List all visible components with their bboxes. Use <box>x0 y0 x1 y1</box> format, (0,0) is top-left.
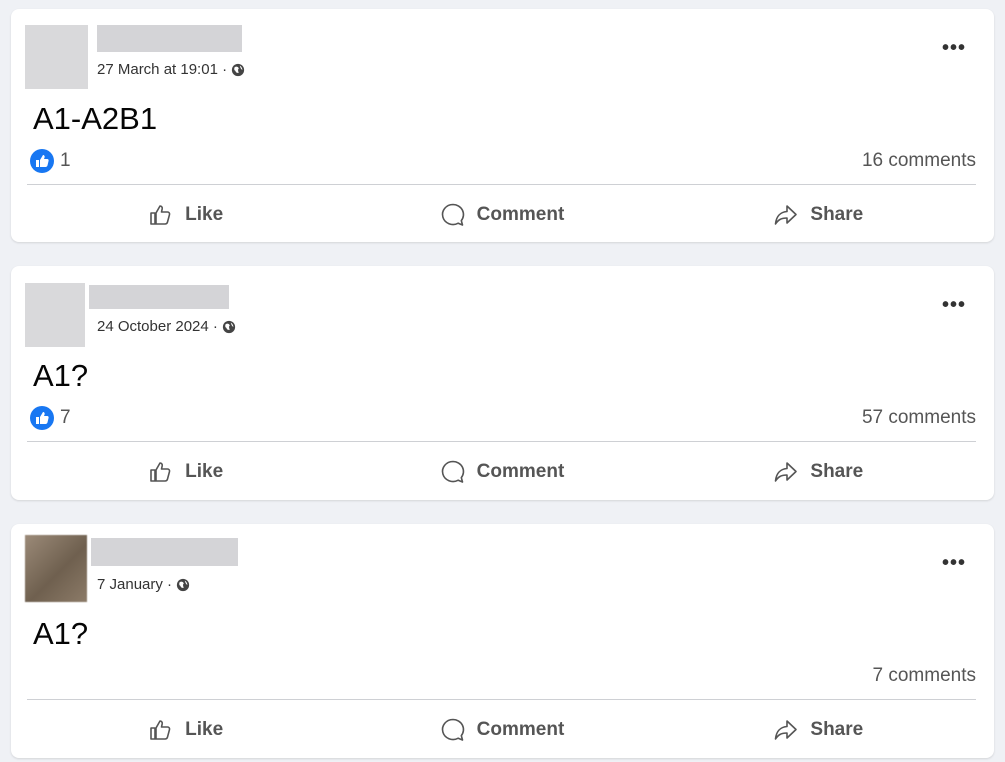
comment-bubble-icon <box>441 460 464 483</box>
like-count: 7 <box>60 407 71 428</box>
globe-icon <box>231 63 245 76</box>
comment-button[interactable]: Comment <box>343 710 659 750</box>
like-badge-icon <box>30 149 54 173</box>
share-arrow-icon <box>775 720 798 740</box>
reactions-summary[interactable]: 7 <box>30 406 71 430</box>
divider <box>27 699 976 700</box>
divider <box>27 184 976 185</box>
share-button[interactable]: Share <box>660 195 976 235</box>
post-text: A1-A2B1 <box>33 101 158 136</box>
post-card: 24 October 2024 · ••• A1? 7 57 comments … <box>11 266 994 500</box>
globe-icon <box>222 320 236 333</box>
more-options-button[interactable]: ••• <box>942 295 966 315</box>
more-options-button[interactable]: ••• <box>942 553 966 573</box>
like-button[interactable]: Like <box>27 195 343 235</box>
like-label: Like <box>185 461 224 482</box>
comment-label: Comment <box>476 461 565 482</box>
comments-count[interactable]: 57 comments <box>862 407 976 429</box>
post-text: A1? <box>33 358 89 393</box>
post-card: 7 January · ••• A1? 7 comments Like Comm… <box>11 524 994 758</box>
like-button[interactable]: Like <box>27 452 343 492</box>
share-label: Share <box>810 461 864 482</box>
news-feed: 27 March at 19:01 · ••• A1-A2B1 1 16 com… <box>0 0 1005 762</box>
avatar[interactable] <box>25 283 85 347</box>
avatar[interactable] <box>25 25 88 89</box>
more-options-button[interactable]: ••• <box>942 38 966 58</box>
thumbs-up-icon <box>150 462 171 482</box>
post-timestamp[interactable]: 24 October 2024 · <box>97 318 218 335</box>
comment-label: Comment <box>476 719 565 740</box>
post-meta: 24 October 2024 · <box>97 318 236 335</box>
avatar[interactable] <box>25 535 87 602</box>
post-timestamp[interactable]: 7 January · <box>97 576 172 593</box>
share-label: Share <box>810 719 864 740</box>
like-count: 1 <box>60 150 71 171</box>
share-arrow-icon <box>775 462 798 482</box>
reactions-summary[interactable]: 1 <box>30 149 71 173</box>
like-badge-icon <box>30 406 54 430</box>
comment-bubble-icon <box>441 718 464 741</box>
post-timestamp[interactable]: 27 March at 19:01 · <box>97 61 227 78</box>
thumbs-up-icon <box>150 205 171 225</box>
author-name-redacted[interactable] <box>89 285 229 309</box>
post-text: A1? <box>33 616 89 651</box>
post-card: 27 March at 19:01 · ••• A1-A2B1 1 16 com… <box>11 9 994 242</box>
post-actions: Like Comment Share <box>27 710 976 750</box>
like-label: Like <box>185 719 224 740</box>
author-name-redacted[interactable] <box>97 25 242 52</box>
thumbs-up-icon <box>150 720 171 740</box>
share-button[interactable]: Share <box>660 452 976 492</box>
author-name-redacted[interactable] <box>91 538 238 566</box>
comment-button[interactable]: Comment <box>343 452 659 492</box>
comment-label: Comment <box>476 204 565 225</box>
share-label: Share <box>810 204 864 225</box>
comments-count[interactable]: 16 comments <box>862 150 976 172</box>
comments-count[interactable]: 7 comments <box>873 665 976 687</box>
globe-icon <box>176 578 190 591</box>
share-button[interactable]: Share <box>660 710 976 750</box>
divider <box>27 441 976 442</box>
post-actions: Like Comment Share <box>27 452 976 492</box>
post-meta: 7 January · <box>97 576 190 593</box>
comment-button[interactable]: Comment <box>343 195 659 235</box>
comment-bubble-icon <box>441 203 464 226</box>
post-meta: 27 March at 19:01 · <box>97 61 245 78</box>
share-arrow-icon <box>775 205 798 225</box>
like-button[interactable]: Like <box>27 710 343 750</box>
post-actions: Like Comment Share <box>27 195 976 235</box>
like-label: Like <box>185 204 224 225</box>
